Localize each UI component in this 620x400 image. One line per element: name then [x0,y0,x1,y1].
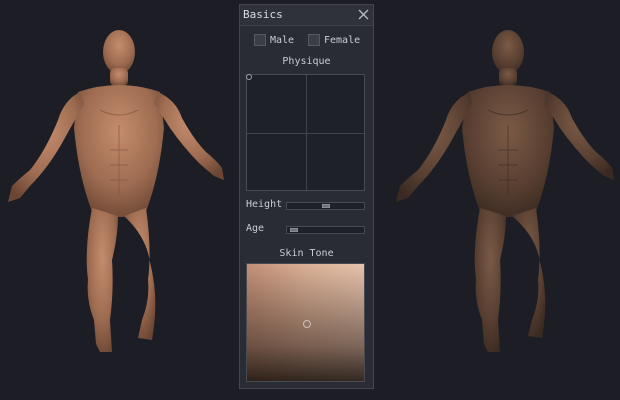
skin-tone-title: Skin Tone [279,248,334,259]
age-slider-row: Age [246,222,365,238]
avatar-dark-skin [396,30,614,352]
height-slider-thumb[interactable] [322,204,330,208]
physique-title: Physique [282,56,331,67]
panel-title: Basics [243,8,283,21]
basics-panel: Basics Male Female Physique Height Age S… [239,4,374,389]
height-slider-row: Height [246,198,365,214]
checkbox-box[interactable] [308,34,320,46]
age-label: Age [246,223,265,234]
close-icon[interactable] [358,9,369,20]
age-slider-thumb[interactable] [290,228,298,232]
male-checkbox[interactable]: Male [254,32,294,48]
panel-titlebar[interactable]: Basics [240,5,373,26]
physique-axis-horizontal [247,133,364,134]
physique-handle[interactable] [246,74,252,80]
male-label: Male [270,34,295,46]
physique-pad[interactable] [246,74,365,191]
avatar-light-skin [8,30,224,352]
height-slider[interactable] [286,202,365,210]
female-checkbox[interactable]: Female [308,32,360,48]
checkbox-box[interactable] [254,34,266,46]
age-slider[interactable] [286,226,365,234]
skin-tone-cursor[interactable] [303,320,311,328]
height-label: Height [246,199,283,210]
skin-tone-picker[interactable] [246,263,365,382]
female-label: Female [324,34,361,46]
